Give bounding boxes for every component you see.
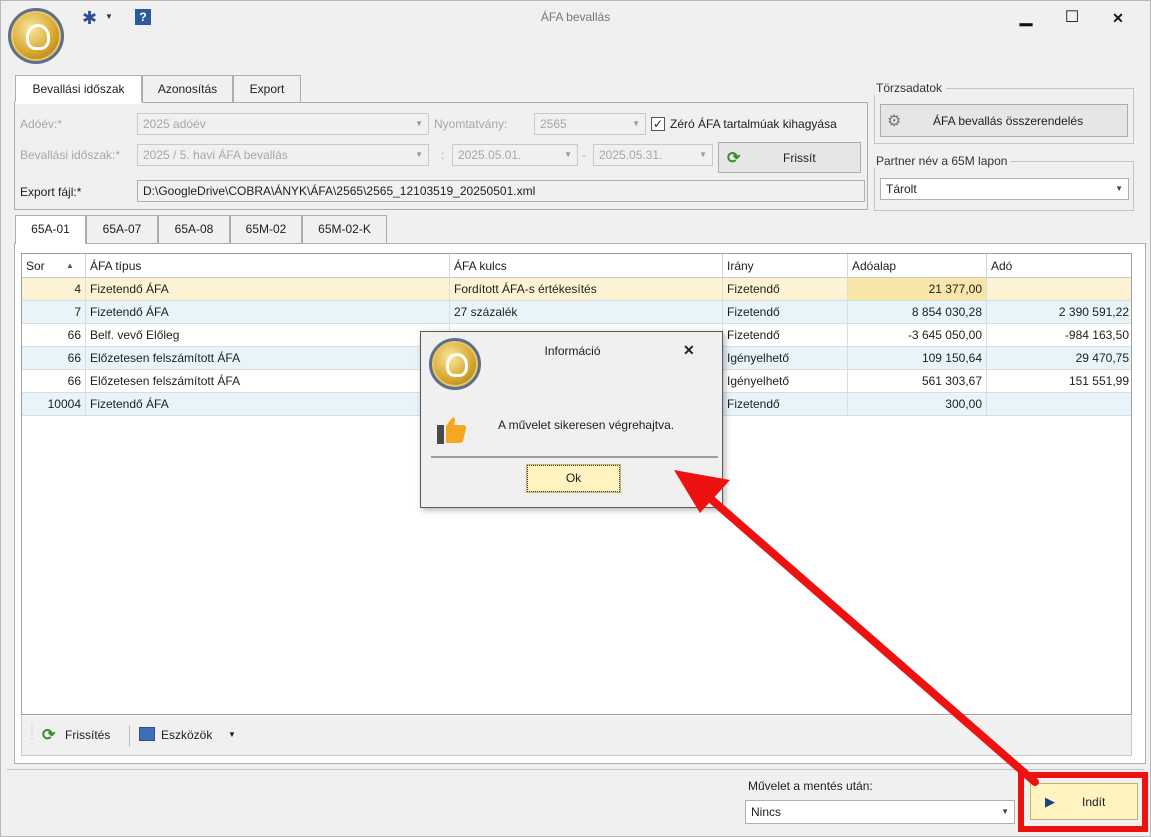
dialog-divider (431, 456, 718, 458)
cell-irany: Fizetendő (723, 393, 848, 415)
cell-sor: 7 (22, 301, 86, 323)
column-header-afa-kulcs[interactable]: ÁFA kulcs (450, 254, 723, 278)
column-header-sor[interactable]: Sor ▲ (22, 254, 86, 278)
column-header-irany[interactable]: Irány (723, 254, 848, 278)
column-header-adoalap[interactable]: Adóalap (848, 254, 987, 278)
frissit-button[interactable]: ⟳ Frissít (718, 142, 861, 173)
cell-adoalap: 8 854 030,28 (848, 301, 987, 323)
cell-sor: 66 (22, 347, 86, 369)
chevron-down-icon: ▼ (632, 119, 640, 128)
cell-adoalap: 109 150,64 (848, 347, 987, 369)
idoszak-label: Bevallási időszak:* (20, 148, 121, 162)
cell-irany: Igényelhető (723, 370, 848, 392)
tools-icon (139, 727, 155, 741)
adoev-select[interactable]: 2025 adóév ▼ (137, 113, 429, 135)
cell-irany: Fizetendő (723, 278, 848, 300)
cell-adoalap: -3 645 050,00 (848, 324, 987, 346)
muvelet-label: Művelet a mentés után: (748, 779, 873, 793)
cell-ado: 29 470,75 (1075, 351, 1129, 365)
toolbar-separator (129, 725, 130, 747)
zero-afa-label: Zéró ÁFA tartalmúak kihagyása (670, 117, 837, 131)
partner-title: Partner név a 65M lapon (872, 154, 1012, 168)
cell-ado: 2 390 591,22 (1058, 305, 1129, 319)
cell-adoalap: 561 303,67 (848, 370, 987, 392)
table-row[interactable]: 7 Fizetendő ÁFA 27 százalék Fizetendő 8 854 … (22, 301, 1131, 324)
close-button[interactable]: ✕ (1101, 6, 1135, 30)
drag-handle-icon[interactable]: ⋮ ⋮ (27, 724, 37, 741)
cell-sor: 66 (22, 324, 86, 346)
tab-65a-01[interactable]: 65A-01 (15, 215, 86, 245)
thumbs-up-icon (437, 416, 467, 444)
export-file-field[interactable]: D:\GoogleDrive\COBRA\ÁNYK\ÁFA\2565\2565_… (137, 180, 865, 202)
tab-azonositas[interactable]: Azonosítás (142, 75, 233, 103)
cell-sor: 66 (22, 370, 86, 392)
cell-afa-tipus: Fizetendő ÁFA (86, 301, 450, 323)
dialog-close-button[interactable]: ✕ (683, 342, 695, 359)
window-title: ÁFA bevallás (540, 10, 611, 24)
cell-ado (987, 278, 1131, 300)
date-to-field[interactable]: 2025.05.31. ▼ (593, 144, 713, 166)
maximize-button[interactable]: ☐ (1055, 6, 1089, 30)
tab-65a-08[interactable]: 65A-08 (158, 215, 230, 244)
cell-ado: 151 551,99 (1068, 374, 1129, 388)
cell-afa-tipus: Belf. vevő Előleg (86, 324, 450, 346)
tab-65a-07[interactable]: 65A-07 (86, 215, 158, 244)
tab-bevallasi-idoszak[interactable]: Bevallási időszak (15, 75, 142, 104)
partner-select[interactable]: Tárolt ▼ (880, 178, 1129, 200)
chevron-down-icon: ▼ (1001, 807, 1009, 816)
cell-afa-kulcs: Fordított ÁFA-s értékesítés (450, 278, 723, 300)
tab-65m-02[interactable]: 65M-02 (230, 215, 302, 244)
cell-ado: -984 163,50 (1064, 328, 1129, 342)
grid-toolbar: ⋮ ⋮ ⟳ Frissítés Eszközök ▼ (21, 716, 1132, 756)
date-from-field[interactable]: 2025.05.01. ▼ (452, 144, 578, 166)
dialog-title: Információ (544, 344, 601, 358)
chevron-down-icon: ▼ (699, 150, 707, 159)
zero-afa-checkbox[interactable]: ✓ (651, 117, 665, 131)
footer-divider (7, 769, 1144, 770)
afa-osszerendeles-button[interactable]: ⚙ ÁFA bevallás összerendelés (880, 104, 1128, 137)
tab-65m-02-k[interactable]: 65M-02-K (302, 215, 387, 244)
idoszak-select[interactable]: 2025 / 5. havi ÁFA bevallás ▼ (137, 144, 429, 166)
muvelet-select[interactable]: Nincs ▼ (745, 800, 1015, 824)
export-file-label: Export fájl:* (20, 185, 82, 199)
chevron-down-icon: ▼ (228, 730, 236, 739)
refresh-icon: ⟳ (42, 727, 56, 744)
cell-sor: 10004 (22, 393, 86, 415)
adoev-label: Adóév:* (20, 117, 63, 131)
cell-adoalap: 21 377,00 (848, 278, 987, 300)
cell-sor: 4 (22, 278, 86, 300)
cell-afa-tipus: Előzetesen felszámított ÁFA (86, 347, 450, 369)
information-dialog: Információ ✕ A művelet sikeresen végreha… (420, 331, 723, 508)
chevron-down-icon: ▼ (415, 119, 423, 128)
ok-button[interactable]: Ok (526, 464, 621, 493)
column-header-ado[interactable]: Adó (987, 254, 1131, 278)
eszkozok-dropdown[interactable]: Eszközök ▼ (139, 724, 239, 748)
nyomtatvany-label: Nyomtatvány: (434, 117, 508, 131)
cell-afa-kulcs: 27 százalék (450, 301, 723, 323)
cell-afa-tipus: Fizetendő ÁFA (86, 393, 450, 415)
table-row[interactable]: 4 Fizetendő ÁFA Fordított ÁFA-s értékesíté… (22, 278, 1131, 301)
cell-irany: Igényelhető (723, 347, 848, 369)
cell-irany: Fizetendő (723, 301, 848, 323)
settings-icon: ⚙ (887, 113, 902, 130)
frissites-button[interactable]: ⟳ Frissítés (42, 724, 126, 748)
tab-export[interactable]: Export (233, 75, 301, 103)
minimize-button[interactable]: ▁ (1009, 6, 1043, 30)
chevron-down-icon: ▼ (1115, 184, 1123, 193)
nyomtatvany-select[interactable]: 2565 ▼ (534, 113, 646, 135)
column-header-afa-tipus[interactable]: ÁFA típus (86, 254, 450, 278)
dialog-message: A művelet sikeresen végrehajtva. (498, 418, 675, 432)
grid-header: Sor ▲ ÁFA típus ÁFA kulcs Irány Adóalap … (22, 254, 1131, 278)
refresh-icon: ⟳ (727, 150, 741, 167)
cell-afa-tipus: Előzetesen felszámított ÁFA (86, 370, 450, 392)
sort-ascending-icon: ▲ (66, 261, 74, 270)
cell-irany: Fizetendő (723, 324, 848, 346)
cell-afa-tipus: Fizetendő ÁFA (86, 278, 450, 300)
torzsadatok-title: Törzsadatok (872, 81, 947, 95)
chevron-down-icon: ▼ (564, 150, 572, 159)
cell-adoalap: 300,00 (848, 393, 987, 415)
annotation-highlight-box (1018, 772, 1148, 832)
chevron-down-icon: ▼ (415, 150, 423, 159)
cell-ado (987, 393, 1131, 415)
